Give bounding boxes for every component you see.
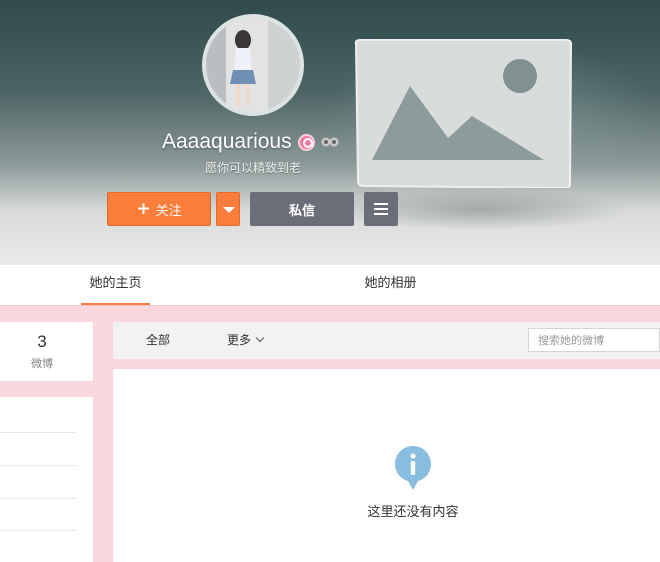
filter-all[interactable]: 全部 <box>146 322 170 359</box>
info-icon <box>395 446 431 490</box>
chevron-down-icon <box>255 333 265 343</box>
more-menu-button[interactable] <box>364 192 398 226</box>
menu-icon-line <box>374 213 388 215</box>
sidebar-card <box>0 397 93 562</box>
filter-more[interactable]: 更多 <box>227 322 265 359</box>
plus-icon: + <box>136 198 151 219</box>
verified-badge-icon[interactable] <box>297 133 315 151</box>
menu-icon-line <box>374 203 388 205</box>
image-placeholder-icon <box>354 39 573 188</box>
weibo-count-card[interactable]: 3 微博 <box>0 322 93 381</box>
profile-bio: 愿你可以精致到老 <box>205 161 302 175</box>
divider <box>0 432 76 433</box>
username[interactable]: Aaaaquarious <box>162 130 292 154</box>
tab-album[interactable]: 她的相册 <box>356 265 425 305</box>
feed-content: 这里还没有内容 <box>113 369 660 562</box>
divider <box>0 465 76 466</box>
weibo-count: 3 <box>37 332 47 351</box>
member-badge-icon[interactable] <box>321 135 339 149</box>
empty-state-message: 这里还没有内容 <box>367 505 459 520</box>
message-button[interactable]: 私信 <box>250 192 354 226</box>
weibo-count-label: 微博 <box>31 357 53 370</box>
menu-icon-line <box>374 208 388 210</box>
search-input[interactable] <box>528 328 660 352</box>
profile-banner: Aaaaquarious 愿你可以精致到老 + 关注 私信 <box>0 0 660 265</box>
profile-tab-bar: 她的主页 她的相册 <box>0 265 660 306</box>
follow-options-dropdown[interactable] <box>216 192 240 226</box>
follow-button-label: 关注 <box>155 203 182 219</box>
feed-filter-bar: 全部 更多 <box>113 322 660 359</box>
follow-button[interactable]: + 关注 <box>107 192 211 226</box>
divider <box>0 530 76 531</box>
username-row: Aaaaquarious <box>162 128 339 156</box>
tab-home[interactable]: 她的主页 <box>81 265 150 305</box>
avatar[interactable] <box>202 14 304 116</box>
avatar-photo <box>206 18 300 112</box>
filter-more-label: 更多 <box>227 333 252 347</box>
message-button-label: 私信 <box>288 203 315 219</box>
divider <box>0 498 76 499</box>
